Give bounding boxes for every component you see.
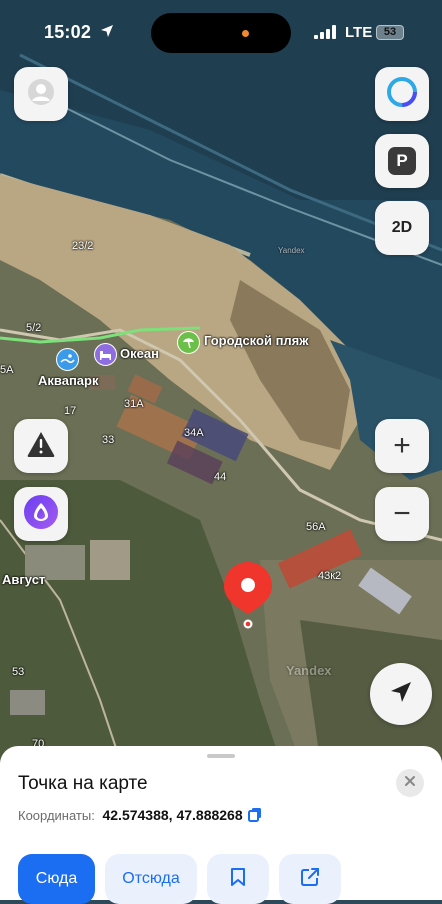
battery-level: 53 [383,26,397,38]
view-mode-toggle[interactable]: 2D [375,201,429,255]
poi-label-aquapark[interactable]: Аквапарк [38,373,98,388]
address-label: 53 [12,666,25,678]
close-icon [404,774,416,792]
alice-logo-icon [23,494,59,535]
address-label: 31А [124,398,144,410]
parking-layer-button[interactable]: P [375,134,429,188]
alice-voice-button[interactable] [375,67,429,121]
location-pin-icon[interactable] [222,560,274,630]
battery-icon: 53 [376,25,404,40]
coordinates-row: Координаты: 42.574388, 47.888268 [18,807,243,823]
share-icon [300,867,320,892]
network-type: LTE [345,24,373,41]
dynamic-island [151,13,291,53]
address-label: 23/2 [72,240,94,252]
route-to-here-button[interactable]: Сюда [18,854,95,904]
signal-strength-icon [314,25,338,44]
alice-icon [385,75,419,114]
zoom-out-button[interactable]: − [375,487,429,541]
navigation-arrow-icon [388,679,414,710]
aquapark-poi-icon[interactable] [56,348,79,371]
hotel-poi-icon[interactable] [94,343,117,366]
address-label: 17 [64,405,77,417]
sheet-title: Точка на карте [18,773,148,794]
beach-poi-icon[interactable] [177,331,200,354]
route-from-here-button[interactable]: Отсюда [105,854,197,904]
address-label: 43к2 [318,570,342,582]
zoom-in-button[interactable]: + [375,419,429,473]
share-button[interactable] [279,854,341,904]
parking-icon: P [388,147,416,175]
yandex-watermark: Yandex [278,246,305,255]
profile-button[interactable] [14,67,68,121]
alice-assistant-button[interactable] [14,487,68,541]
user-icon [27,78,55,111]
warning-icon [26,430,56,463]
poi-label-avgust[interactable]: Август [2,572,45,587]
copy-coordinates-icon[interactable] [248,807,262,828]
bookmark-icon [230,867,246,892]
coordinates-value: 42.574388, 47.888268 [102,807,243,823]
point-info-sheet[interactable]: Точка на карте Координаты: 42.574388, 47… [0,746,442,904]
recording-indicator [242,30,249,37]
road-events-button[interactable] [14,419,68,473]
address-label: 34А [184,427,204,439]
poi-label-city-beach[interactable]: Городской пляж [204,333,308,348]
address-label: 33 [102,434,115,446]
bookmark-button[interactable] [207,854,269,904]
coordinates-label: Координаты: [18,808,95,823]
status-time: 15:02 [44,22,92,42]
address-label: 44 [214,471,227,483]
status-bar: 15:02 LTE 53 [0,0,442,60]
address-label: 5А [0,364,14,376]
close-button[interactable] [396,769,424,797]
sheet-drag-handle[interactable] [207,754,235,758]
yandex-watermark: Yandex [286,663,332,678]
poi-label-ocean[interactable]: Океан [120,346,159,361]
my-location-button[interactable] [370,663,432,725]
address-label: 56А [306,521,326,533]
address-label: 5/2 [26,322,42,334]
location-services-icon [100,24,114,43]
